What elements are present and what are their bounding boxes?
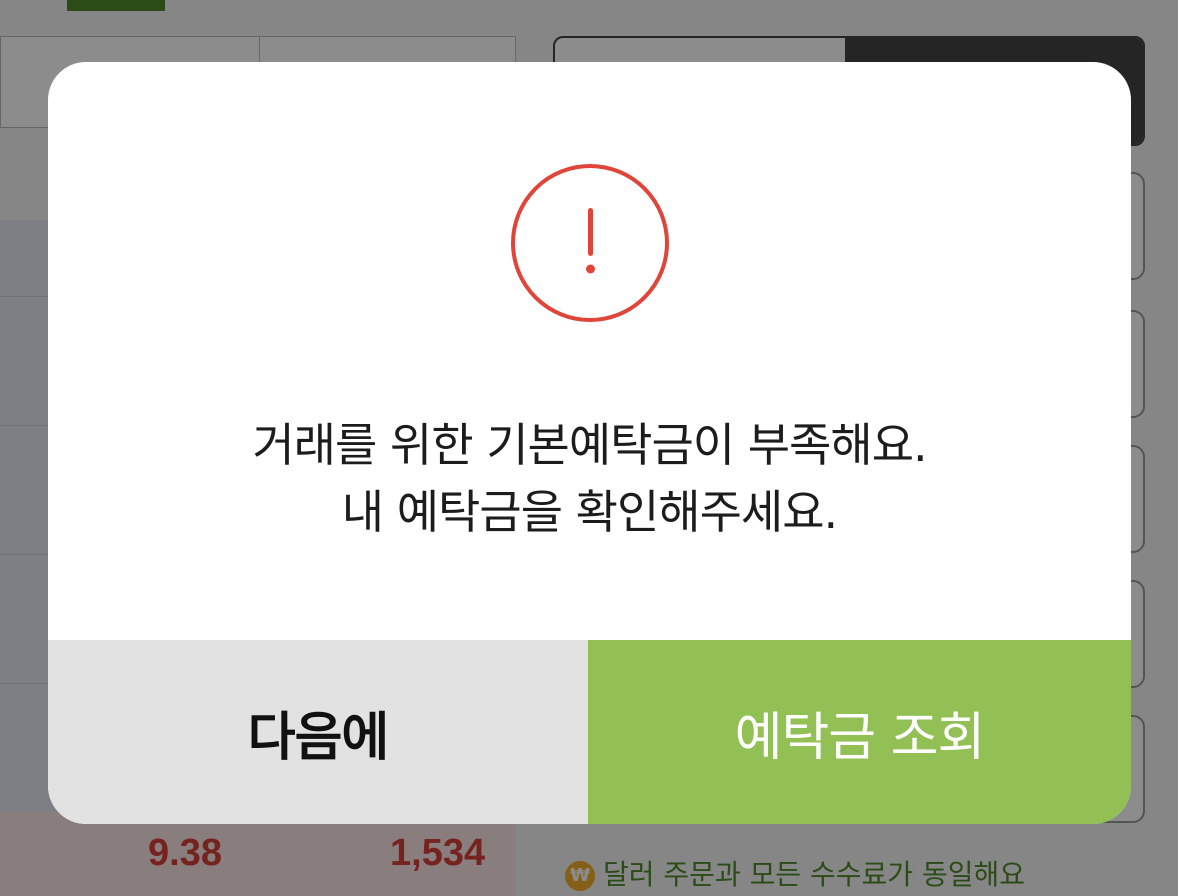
check-deposit-button[interactable]: 예탁금 조회 <box>588 640 1131 824</box>
dialog-button-row: 다음에 예탁금 조회 <box>48 640 1131 824</box>
exclamation-circle-icon <box>511 164 669 322</box>
insufficient-deposit-dialog: 거래를 위한 기본예탁금이 부족해요. 내 예탁금을 확인해주세요. 다음에 예… <box>48 62 1131 824</box>
dialog-message-line-2: 내 예탁금을 확인해주세요. <box>341 485 838 540</box>
dialog-message: 거래를 위한 기본예탁금이 부족해요. 내 예탁금을 확인해주세요. <box>48 412 1131 546</box>
later-button[interactable]: 다음에 <box>48 640 588 824</box>
dialog-message-line-1: 거래를 위한 기본예탁금이 부족해요. <box>252 418 927 472</box>
